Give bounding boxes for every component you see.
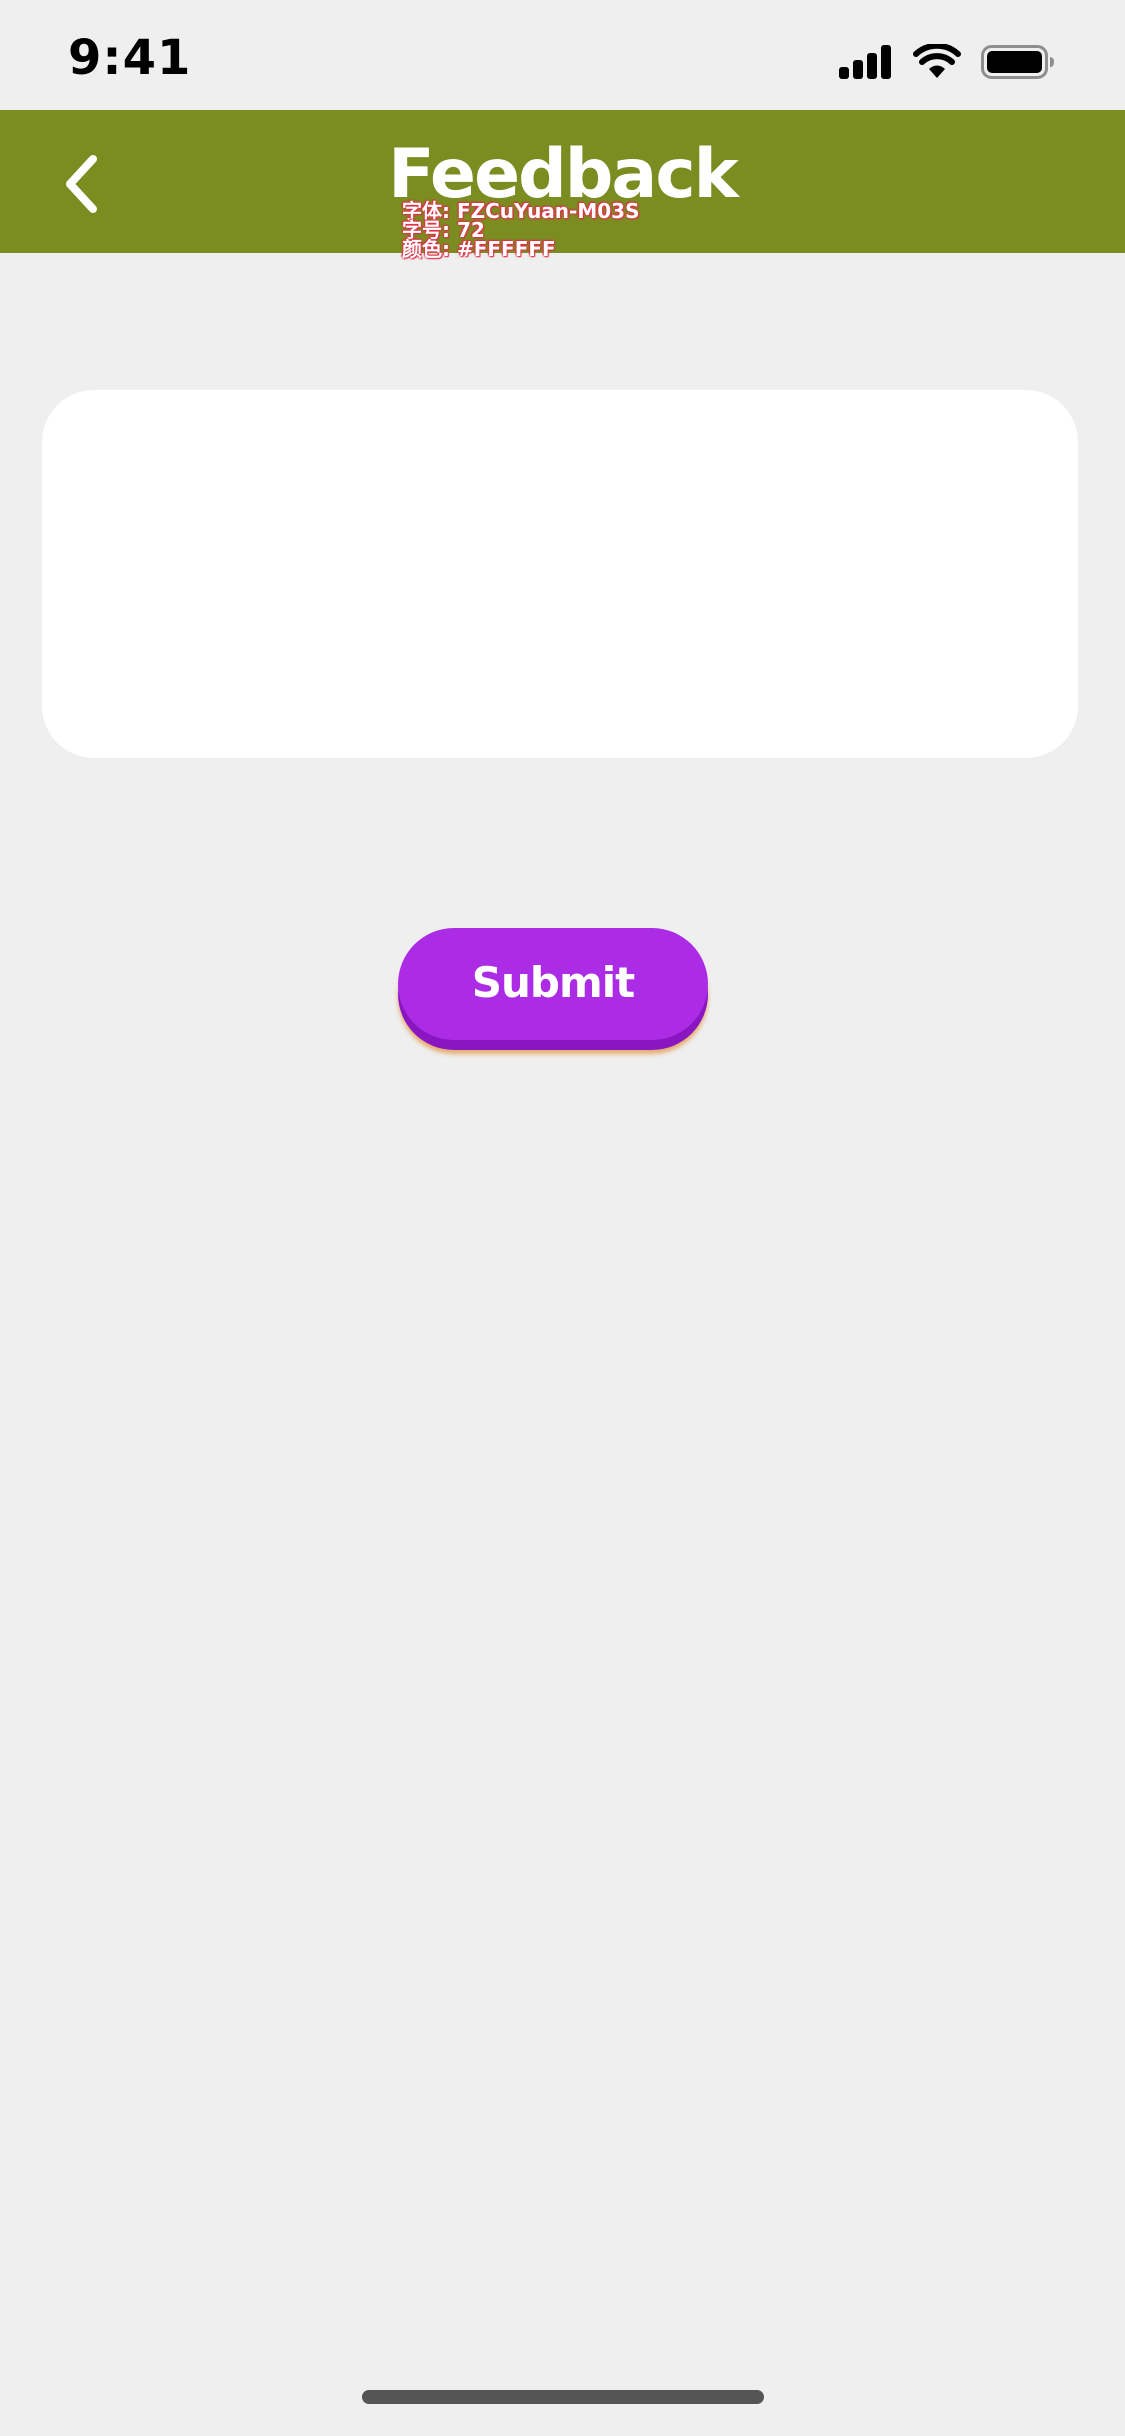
feedback-textarea[interactable] [42,390,1078,758]
feedback-screen: 9:41 Feedback 字体: FZCuYuan-M03S 字号: 72 颜… [0,0,1125,2436]
design-annotation: 字体: FZCuYuan-M03S 字号: 72 颜色: #FFFFFF [402,201,639,261]
submit-label: Submit [471,957,635,1007]
annotation-color: 颜色: #FFFFFF [402,237,556,261]
nav-bar: Feedback 字体: FZCuYuan-M03S 字号: 72 颜色: #F… [0,110,1125,259]
status-bar: 9:41 [0,0,1125,110]
wifi-icon [913,44,961,80]
cellular-signal-icon [839,45,893,79]
submit-button[interactable]: Submit [398,928,708,1040]
battery-icon [981,45,1055,79]
status-icons [839,44,1055,80]
status-time: 9:41 [68,30,192,86]
home-indicator [362,2390,764,2404]
